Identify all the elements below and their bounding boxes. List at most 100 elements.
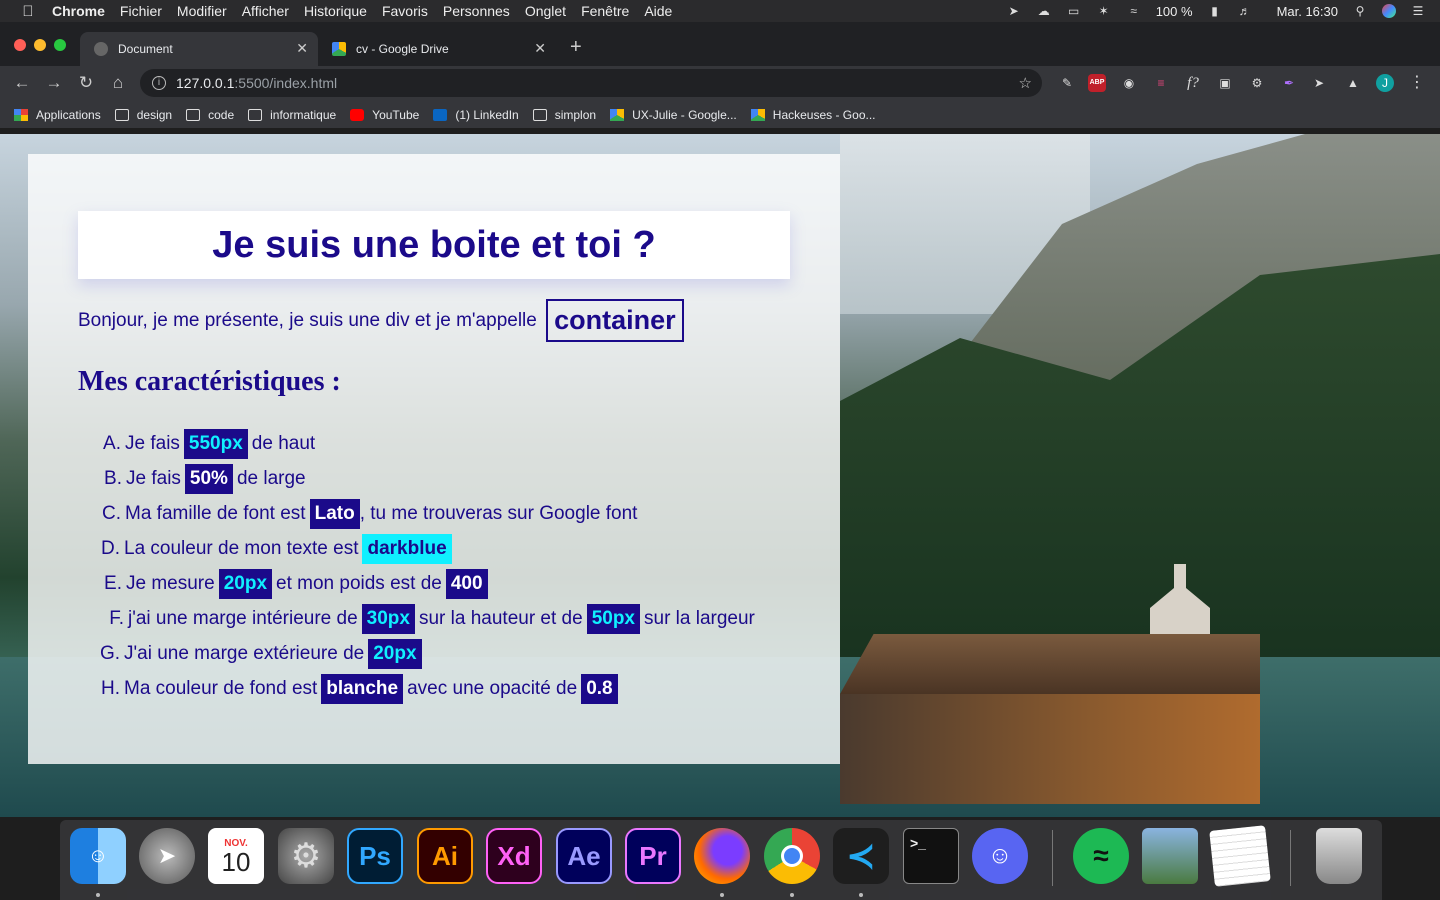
close-tab-icon[interactable]: ✕ [534,40,546,57]
whatfont-icon[interactable]: f? [1184,74,1202,92]
after-effects-icon[interactable]: Ae [556,828,612,884]
record-extension-icon[interactable]: ◉ [1120,74,1138,92]
running-indicator [720,893,724,897]
item-text: Ma famille de font est [125,502,306,524]
textedit-icon[interactable] [1209,825,1271,887]
reload-icon[interactable]: ↻ [76,73,96,93]
cursor-extension-icon[interactable]: ➤ [1310,74,1328,92]
item-text: J'ai une marge extérieure de [124,642,365,664]
vscode-icon[interactable]: ≺ [833,828,889,884]
list-letter: D. [101,537,120,559]
list-item: H. Ma couleur de fond est blanche avec u… [96,671,755,706]
system-preferences-icon[interactable]: ⚙ [278,828,334,884]
list-letter: C. [102,502,121,524]
trash-icon[interactable] [1316,828,1362,884]
google-drive-icon [610,109,625,121]
bookmark-ux-julie[interactable]: UX-Julie - Google... [610,108,737,122]
bookmark-hackeuses[interactable]: Hackeuses - Goo... [750,108,876,122]
list-letter: A. [103,432,121,454]
dock-separator [1052,830,1053,886]
airplay-icon[interactable]: ▭ [1066,4,1082,18]
item-text: et mon poids est de [276,572,442,594]
menu-aide[interactable]: Aide [644,3,672,19]
bookmark-applications[interactable]: Applications [14,108,101,122]
wifi-icon[interactable]: ≈ [1126,4,1142,18]
background-boathouse [840,634,1260,814]
battery-icon[interactable]: ▮ [1207,4,1223,18]
launchpad-rocket-icon[interactable]: ➤ [139,828,195,884]
puzzle-extensions-icon[interactable]: ▲ [1344,74,1362,92]
location-icon[interactable]: ➤ [1006,4,1022,18]
globe-icon [94,42,108,56]
volume-icon[interactable]: ♬ [1237,4,1253,18]
chrome-menu-icon[interactable]: ⋮ [1408,74,1426,92]
feather-extension-icon[interactable]: ✒ [1280,74,1298,92]
menu-modifier[interactable]: Modifier [177,3,227,19]
home-icon[interactable]: ⌂ [108,73,128,93]
clock[interactable]: Mar. 16:30 [1277,4,1338,19]
chrome-center-icon [781,845,803,867]
spotlight-search-icon[interactable]: ⚲ [1352,4,1368,18]
creative-cloud-icon[interactable]: ☁ [1036,4,1052,18]
bookmark-code[interactable]: code [186,108,234,122]
profile-avatar[interactable]: J [1376,74,1394,92]
highlight-value: 30px [361,603,415,634]
gear-extension-icon[interactable]: ⚙ [1248,74,1266,92]
screenshot-extension-icon[interactable]: ▣ [1216,74,1234,92]
new-tab-icon[interactable]: + [570,36,582,59]
illustrator-icon[interactable]: Ai [417,828,473,884]
terminal-icon[interactable]: >_ [903,828,959,884]
bookmark-youtube[interactable]: YouTube [350,108,419,122]
menu-fichier[interactable]: Fichier [120,3,162,19]
adblock-plus-icon[interactable]: ABP [1088,74,1106,92]
list-item: G. J'ai une marge extérieure de 20px [96,636,755,671]
menu-historique[interactable]: Historique [304,3,367,19]
bookmark-informatique[interactable]: informatique [248,108,336,122]
zoom-window-button[interactable] [54,39,66,51]
chrome-icon[interactable] [764,828,820,884]
calendar-icon[interactable]: NOV. 10 [208,828,264,884]
folder-icon [532,109,547,121]
battery-percent[interactable]: 100 % [1156,4,1193,19]
siri-icon[interactable] [1382,4,1396,18]
highlight-value: blanche [321,673,404,704]
back-arrow-icon[interactable]: ← [12,73,32,93]
running-indicator [859,893,863,897]
close-tab-icon[interactable]: ✕ [296,40,308,57]
xd-icon[interactable]: Xd [486,828,542,884]
menu-chrome[interactable]: Chrome [52,3,105,19]
apple-icon[interactable]:  [18,3,38,20]
dock-separator [1290,830,1291,886]
premiere-pro-icon[interactable]: Pr [625,828,681,884]
menu-personnes[interactable]: Personnes [443,3,510,19]
folder-icon [248,109,263,121]
tab-document[interactable]: Document ✕ [80,32,318,66]
bluetooth-icon[interactable]: ✶ [1096,4,1112,18]
discord-icon[interactable]: ☺ [972,828,1028,884]
menu-fenetre[interactable]: Fenêtre [581,3,629,19]
notification-center-icon[interactable]: ☰ [1410,4,1426,18]
intro-text: Bonjour, je me présente, je suis une div… [78,309,537,331]
menu-favoris[interactable]: Favoris [382,3,428,19]
menu-onglet[interactable]: Onglet [525,3,566,19]
preview-icon[interactable] [1142,828,1198,884]
tab-google-drive[interactable]: cv - Google Drive ✕ [318,32,556,66]
bookmark-linkedin[interactable]: (1) LinkedIn [433,108,519,122]
pen-extension-icon[interactable]: ✎ [1058,74,1076,92]
menu-afficher[interactable]: Afficher [242,3,289,19]
photoshop-icon[interactable]: Ps [347,828,403,884]
spotify-icon[interactable]: ≈ [1073,828,1129,884]
address-bar[interactable]: i 127.0.0.1:5500/index.html ☆ [140,69,1042,97]
stack-extension-icon[interactable]: ≡ [1152,74,1170,92]
forward-arrow-icon[interactable]: → [44,73,64,93]
bookmark-simplon[interactable]: simplon [532,108,596,122]
site-info-icon[interactable]: i [152,76,166,90]
firefox-icon[interactable] [694,828,750,884]
close-window-button[interactable] [14,39,26,51]
bookmark-design[interactable]: design [114,108,172,122]
finder-icon[interactable]: ☺ [70,828,126,884]
bookmark-star-icon[interactable]: ☆ [1019,74,1032,92]
minimize-window-button[interactable] [34,39,46,51]
bookmark-label: YouTube [372,108,420,122]
item-text: de large [236,467,306,489]
